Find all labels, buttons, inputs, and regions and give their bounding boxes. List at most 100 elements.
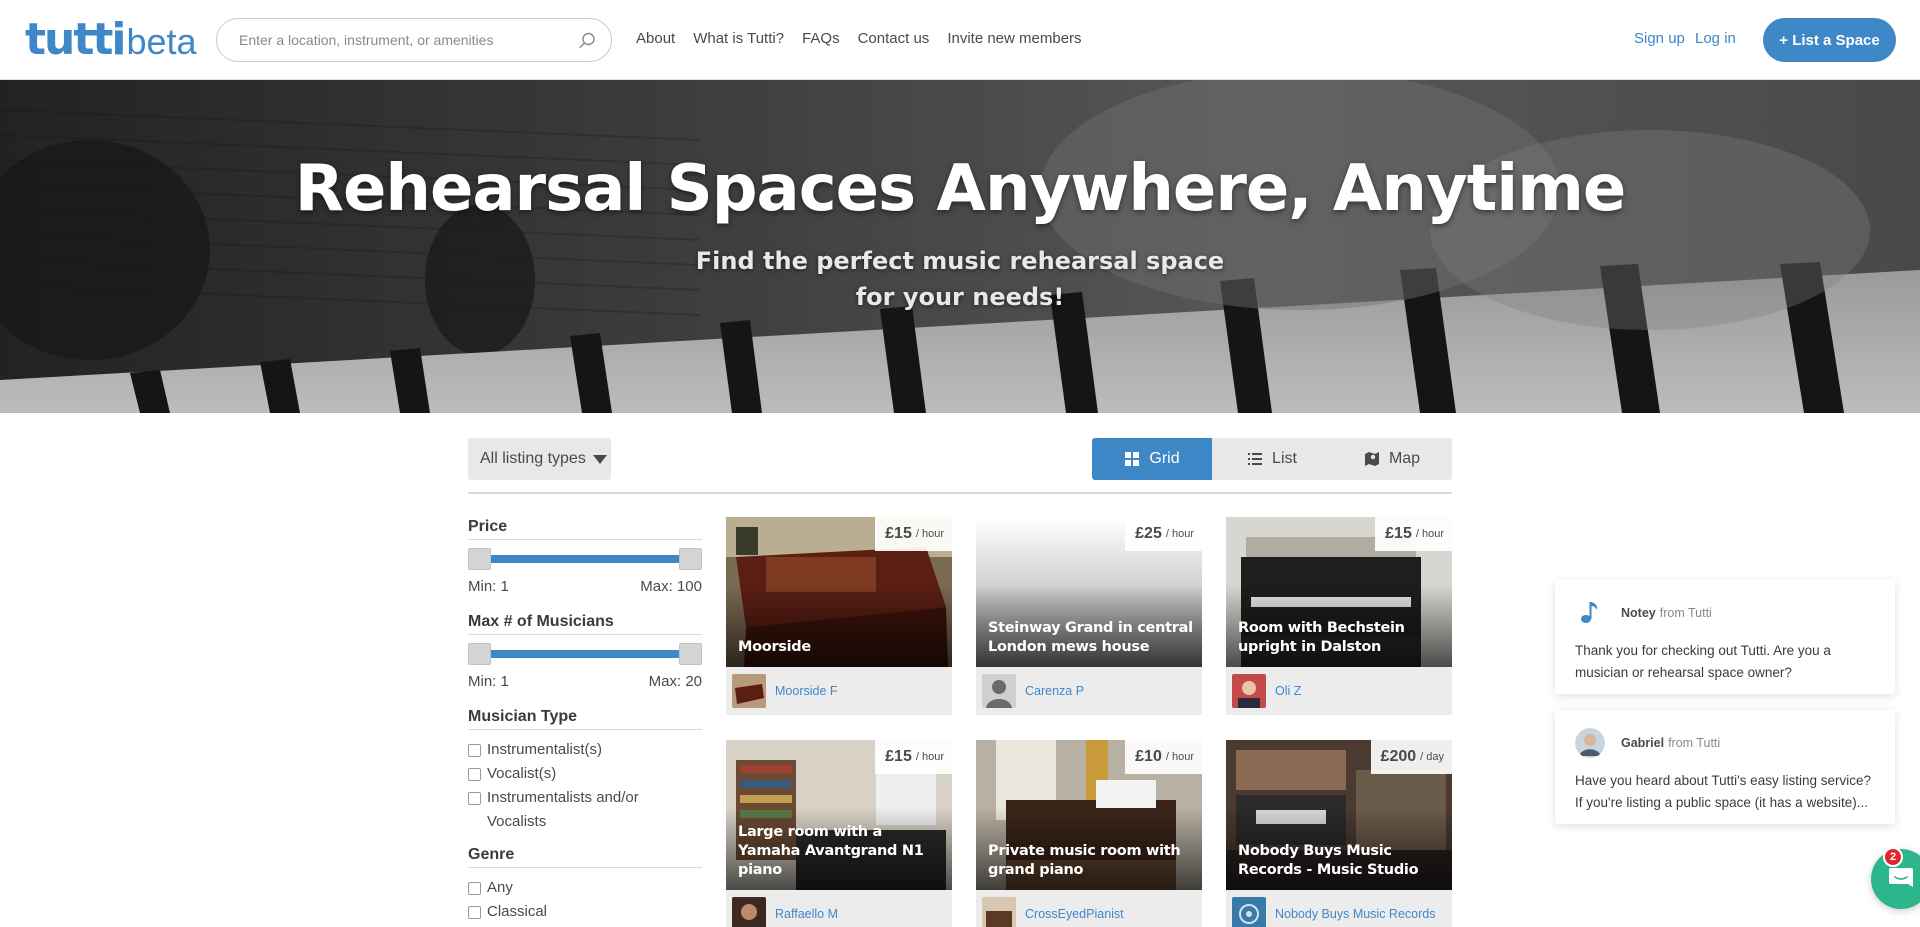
- map-view-label: Map: [1388, 450, 1421, 467]
- listing-photo[interactable]: Private music room with grand piano £10 …: [976, 740, 1202, 890]
- price-amount: £15: [885, 748, 912, 765]
- listing-owner[interactable]: Moorside F: [726, 667, 952, 715]
- price-tag: £15 / hour: [875, 517, 952, 551]
- option-label: Instrumentalist(s): [487, 741, 603, 758]
- owner-name[interactable]: Nobody Buys Music Records: [1275, 907, 1435, 921]
- option-label: Any: [487, 879, 513, 896]
- listing-photo[interactable]: Steinway Grand in central London mews ho…: [976, 517, 1202, 667]
- nav-faqs[interactable]: FAQs: [802, 30, 840, 47]
- list-view-button[interactable]: List: [1212, 438, 1332, 480]
- listing-title: Steinway Grand in central London mews ho…: [988, 620, 1193, 655]
- option-label: Classical: [487, 903, 548, 920]
- checkbox[interactable]: [468, 906, 481, 919]
- map-view-button[interactable]: Map: [1332, 438, 1452, 480]
- signup-link[interactable]: Sign up: [1634, 30, 1685, 47]
- musicians-values: Min: 1 Max: 20: [468, 673, 702, 690]
- listing-owner[interactable]: CrossEyedPianist: [976, 890, 1202, 927]
- musicians-min-handle[interactable]: [468, 643, 491, 665]
- view-toggle: Grid List Map: [1092, 438, 1452, 480]
- owner-avatar: [982, 897, 1016, 927]
- map-icon: [1364, 452, 1379, 466]
- musician-type-option[interactable]: Instrumentalists and/or Vocalists: [468, 786, 702, 834]
- price-amount: £25: [1135, 525, 1162, 542]
- listing-card[interactable]: Moorside £15 / hour Moorside F: [726, 517, 952, 715]
- nav-what-is-tutti[interactable]: What is Tutti?: [693, 30, 784, 47]
- listing-photo[interactable]: Room with Bechstein upright in Dalston £…: [1226, 517, 1452, 667]
- list-space-button[interactable]: + List a Space: [1763, 18, 1896, 62]
- price-amount: £200: [1380, 748, 1417, 765]
- owner-name[interactable]: Moorside F: [775, 684, 838, 698]
- default-avatar-icon: [982, 674, 1016, 708]
- listing-card[interactable]: Large room with a Yamaha Avantgrand N1 p…: [726, 740, 952, 927]
- grid-view-button[interactable]: Grid: [1092, 438, 1212, 480]
- search-input[interactable]: [239, 29, 569, 51]
- musicians-heading: Max # of Musicians: [468, 613, 702, 635]
- listing-title: Room with Bechstein upright in Dalston: [1238, 620, 1405, 655]
- music-note-avatar-icon: [1575, 598, 1605, 628]
- listing-card[interactable]: Steinway Grand in central London mews ho…: [976, 517, 1202, 715]
- nav-invite[interactable]: Invite new members: [947, 30, 1081, 47]
- price-heading: Price: [468, 518, 702, 540]
- owner-avatar: [1232, 674, 1266, 708]
- owner-name[interactable]: Carenza P: [1025, 684, 1084, 698]
- listing-owner[interactable]: Oli Z: [1226, 667, 1452, 715]
- nav-about[interactable]: About: [636, 30, 675, 47]
- genre-option[interactable]: Classical: [468, 900, 702, 924]
- site-header: tutti beta About What is Tutti? FAQs Con…: [0, 0, 1920, 80]
- price-slider[interactable]: [468, 548, 702, 570]
- listing-card[interactable]: Private music room with grand piano £10 …: [976, 740, 1202, 927]
- musicians-max-value: Max: 20: [648, 673, 702, 690]
- checkbox[interactable]: [468, 792, 481, 805]
- price-min-handle[interactable]: [468, 548, 491, 570]
- grid-view-label: Grid: [1149, 450, 1180, 467]
- listing-title: Private music room with grand piano: [988, 843, 1181, 878]
- price-tag: £15 / hour: [875, 740, 952, 774]
- musicians-max-handle[interactable]: [679, 643, 702, 665]
- musicians-slider[interactable]: [468, 643, 702, 665]
- chat-message-card[interactable]: Notey from Tutti Thank you for checking …: [1555, 580, 1895, 694]
- musician-type-option[interactable]: Instrumentalist(s): [468, 738, 702, 762]
- search-icon[interactable]: [577, 31, 597, 51]
- musician-type-option[interactable]: Vocalist(s): [468, 762, 702, 786]
- checkbox[interactable]: [468, 744, 481, 757]
- musician-type-heading: Musician Type: [468, 708, 702, 730]
- tutti-logo[interactable]: tutti beta: [25, 14, 197, 65]
- listing-card[interactable]: Nobody Buys Music Records - Music Studio…: [1226, 740, 1452, 927]
- nav-contact[interactable]: Contact us: [858, 30, 930, 47]
- genre-option[interactable]: Any: [468, 876, 702, 900]
- listing-photo[interactable]: Large room with a Yamaha Avantgrand N1 p…: [726, 740, 952, 890]
- owner-avatar: [732, 897, 766, 927]
- logo-wordmark: tutti: [25, 14, 127, 65]
- price-amount: £15: [885, 525, 912, 542]
- login-link[interactable]: Log in: [1695, 30, 1736, 47]
- owner-name[interactable]: Oli Z: [1275, 684, 1301, 698]
- listing-owner[interactable]: Raffaello M: [726, 890, 952, 927]
- chat-sender: Notey from Tutti: [1575, 598, 1875, 628]
- musicians-min-value: Min: 1: [468, 673, 509, 690]
- listing-photo[interactable]: Nobody Buys Music Records - Music Studio…: [1226, 740, 1452, 890]
- owner-name[interactable]: Raffaello M: [775, 907, 838, 921]
- listing-card[interactable]: Room with Bechstein upright in Dalston £…: [1226, 517, 1452, 715]
- listing-owner[interactable]: Carenza P: [976, 667, 1202, 715]
- chat-message-card[interactable]: Gabriel from Tutti Have you heard about …: [1555, 710, 1895, 824]
- price-max-handle[interactable]: [679, 548, 702, 570]
- chat-sender-org: from Tutti: [1659, 606, 1712, 620]
- checkbox[interactable]: [468, 768, 481, 781]
- price-slider-track: [478, 555, 692, 563]
- filters-panel: Price Min: 1 Max: 100 Max # of Musicians…: [468, 518, 702, 924]
- price-unit: / hour: [1165, 751, 1194, 763]
- chat-sender-org: from Tutti: [1668, 736, 1721, 750]
- chat-sender-name: Notey: [1621, 606, 1656, 620]
- listing-owner[interactable]: Nobody Buys Music Records: [1226, 890, 1452, 927]
- chat-bubble-icon: [1889, 868, 1913, 887]
- listing-type-dropdown[interactable]: All listing types: [468, 438, 611, 480]
- price-unit: / day: [1420, 751, 1444, 763]
- list-view-label: List: [1272, 450, 1297, 467]
- price-max-value: Max: 100: [640, 578, 702, 595]
- avatar: [1575, 728, 1605, 758]
- checkbox[interactable]: [468, 882, 481, 895]
- price-amount: £10: [1135, 748, 1162, 765]
- unread-badge: 2: [1883, 847, 1903, 867]
- listing-photo[interactable]: Moorside £15 / hour: [726, 517, 952, 667]
- owner-name[interactable]: CrossEyedPianist: [1025, 907, 1124, 921]
